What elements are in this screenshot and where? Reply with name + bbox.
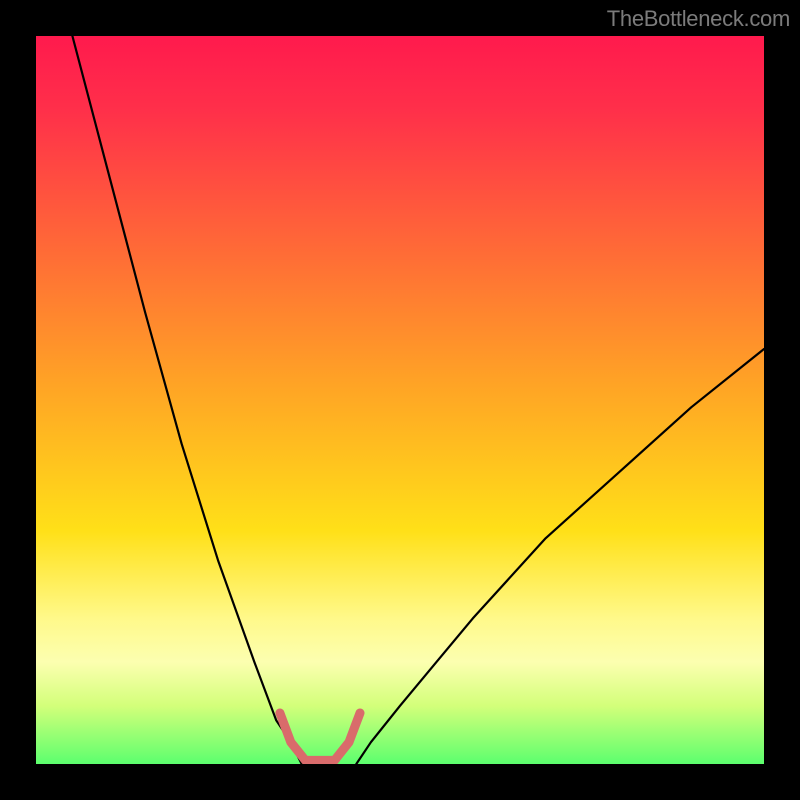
series-right-curve xyxy=(356,349,764,764)
chart-plot-area xyxy=(36,36,764,764)
series-left-curve xyxy=(72,36,301,764)
chart-frame: TheBottleneck.com xyxy=(0,0,800,800)
chart-svg xyxy=(36,36,764,764)
series-bottom-bracket xyxy=(280,713,360,760)
watermark-text: TheBottleneck.com xyxy=(607,6,790,32)
